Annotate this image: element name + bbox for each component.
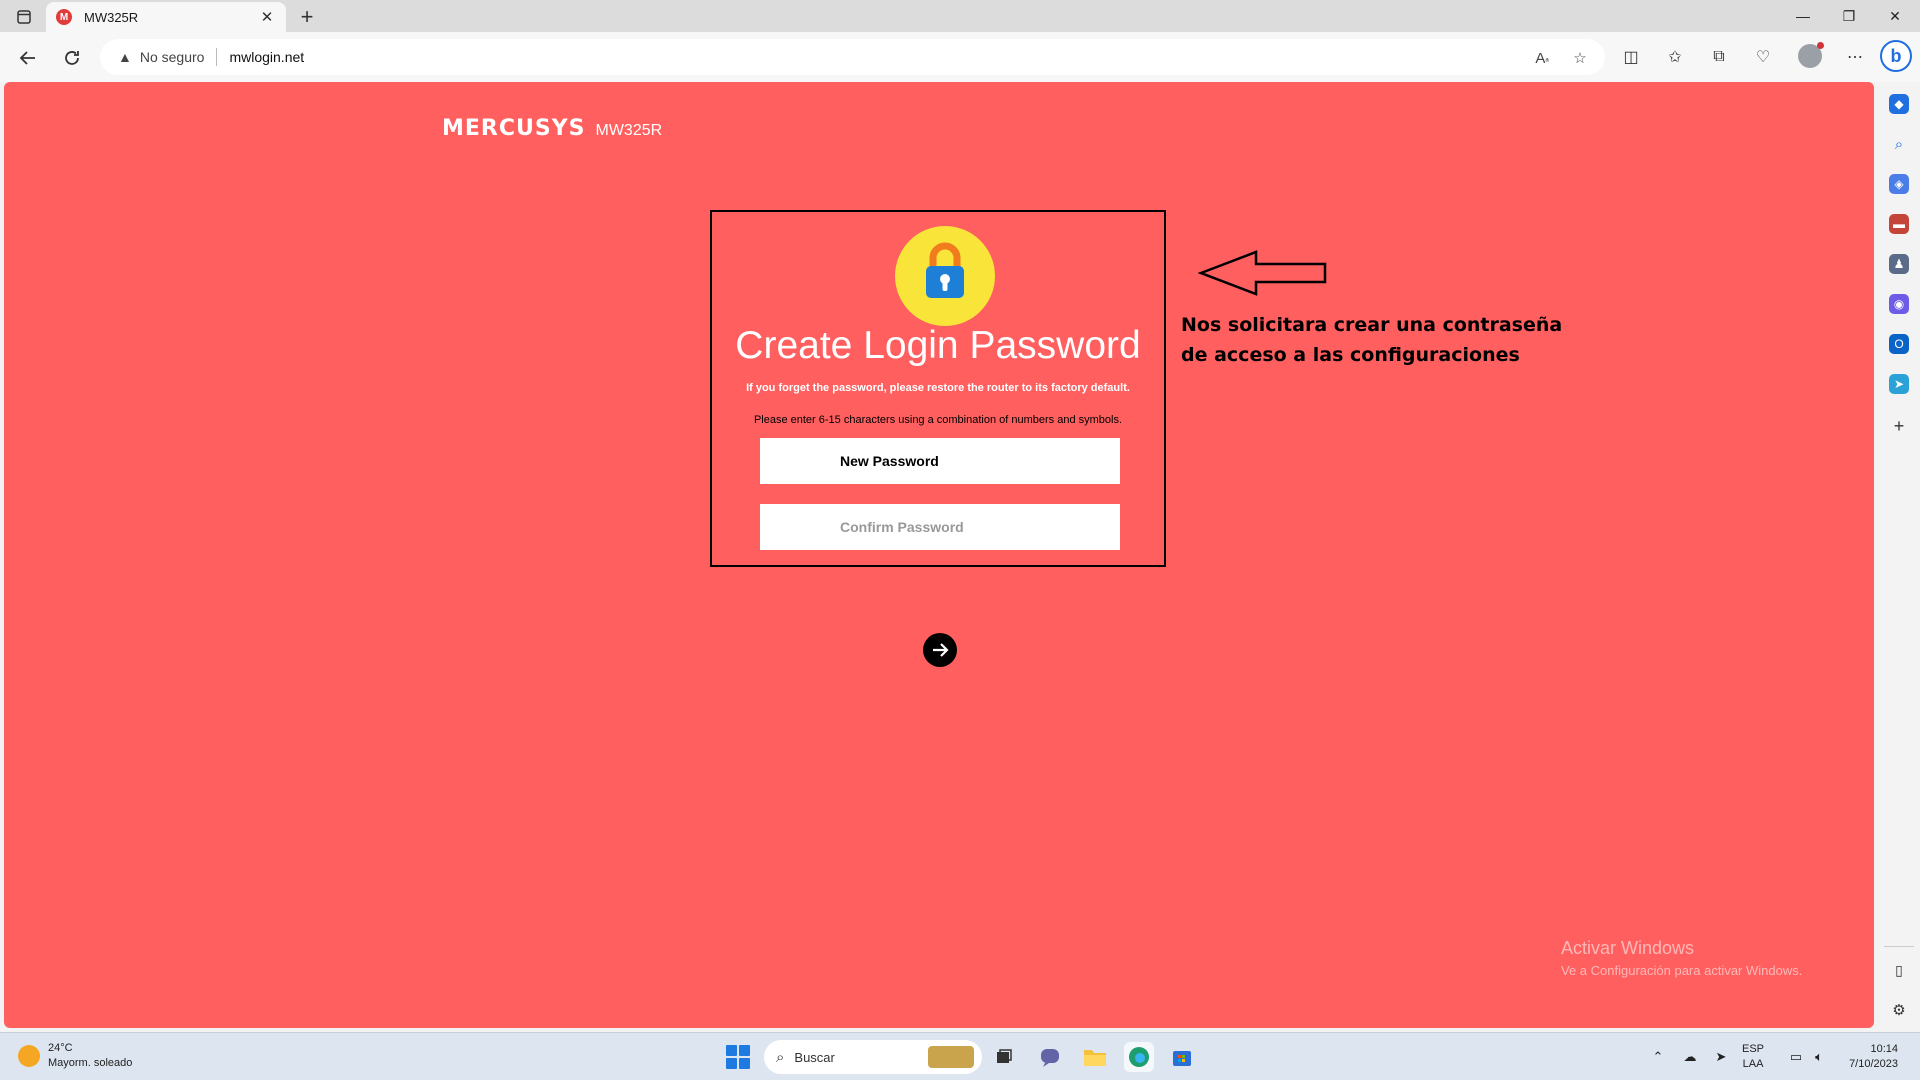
browser-essentials-icon[interactable]: ♡ — [1750, 44, 1776, 70]
microsoft-store-icon[interactable] — [1167, 1042, 1197, 1072]
outlook-icon[interactable]: O — [1889, 334, 1909, 354]
navigation-bar: ▲ No seguro mwlogin.net Aₐ ☆ ◫ ✩ ⧉ ♡ ⋯ b — [0, 32, 1920, 82]
clock-time: 10:14 — [1870, 1043, 1898, 1055]
security-label[interactable]: No seguro — [140, 49, 205, 65]
language-code: ESP — [1742, 1043, 1765, 1055]
close-tab-icon[interactable]: ✕ — [258, 8, 276, 26]
password-hint-text: Please enter 6-15 characters using a com… — [753, 414, 1123, 426]
close-window-button[interactable]: ✕ — [1872, 0, 1918, 32]
profile-avatar[interactable] — [1798, 42, 1824, 68]
restore-button[interactable]: ❐ — [1826, 0, 1872, 32]
start-windows-icon[interactable] — [726, 1045, 750, 1069]
show-hidden-icons-chevron-icon[interactable]: ⌃ — [1648, 1033, 1668, 1080]
next-button[interactable] — [923, 633, 957, 667]
tools-briefcase-icon[interactable]: ▬ — [1889, 214, 1909, 234]
weather-condition: Mayorm. soleado — [48, 1057, 133, 1069]
tab-title: MW325R — [84, 9, 139, 25]
omnibox-divider — [216, 48, 218, 66]
collections-icon[interactable]: ⧉ — [1706, 44, 1732, 70]
search-icon[interactable]: ⌕ — [1889, 134, 1909, 154]
back-arrow-icon — [19, 51, 35, 65]
notifications-bell-icon[interactable]: ◆ — [1889, 94, 1909, 114]
split-screen-icon[interactable]: ◫ — [1618, 44, 1644, 70]
teams-chat-icon[interactable] — [1035, 1042, 1065, 1072]
windows-taskbar: 24°C Mayorm. soleado ⌕ Buscar ⌃ ☁ ➤ ESP … — [0, 1032, 1920, 1080]
refresh-button[interactable] — [58, 44, 86, 72]
warning-icon: ▲ — [118, 49, 132, 65]
back-button[interactable] — [14, 44, 42, 72]
annotation-line-1: Nos solicitara crear una contraseña — [1181, 314, 1563, 336]
new-password-input[interactable] — [760, 438, 1120, 484]
sidebar-settings-gear-icon[interactable]: ⚙ — [1889, 1000, 1909, 1020]
annotation-text: Nos solicitara crear una contraseña de a… — [1181, 310, 1601, 370]
router-model: MW325R — [595, 122, 663, 139]
reset-warning-text: If you forget the password, please resto… — [746, 382, 1130, 394]
address-bar[interactable]: ▲ No seguro mwlogin.net Aₐ ☆ — [100, 39, 1605, 75]
lock-circle — [895, 226, 995, 326]
tab-bar: M MW325R ✕ + — ❐ ✕ — [0, 0, 1920, 32]
watermark-subtitle: Ve a Configuración para activar Windows. — [1561, 963, 1803, 978]
search-label: Buscar — [794, 1049, 835, 1065]
bing-copilot-icon[interactable]: b — [1880, 40, 1912, 72]
new-tab-button[interactable]: + — [294, 4, 320, 30]
location-arrow-icon[interactable]: ➤ — [1710, 1033, 1732, 1080]
minimize-button[interactable]: — — [1780, 0, 1826, 32]
brand-header: MERCUSYS MW325R — [442, 116, 662, 141]
padlock-icon — [926, 242, 964, 298]
taskbar-search[interactable]: ⌕ Buscar — [764, 1040, 982, 1074]
weather-widget[interactable]: 24°C Mayorm. soleado — [18, 1041, 132, 1071]
edge-browser-icon[interactable] — [1124, 1042, 1154, 1072]
router-page: MERCUSYS MW325R Create Login Password If… — [4, 82, 1874, 1028]
create-password-form: Create Login Password If you forget the … — [710, 210, 1166, 567]
url-text[interactable]: mwlogin.net — [229, 49, 304, 65]
clock-date: 7/10/2023 — [1849, 1058, 1898, 1070]
microsoft-365-icon[interactable]: ◉ — [1889, 294, 1909, 314]
onedrive-offline-icon[interactable]: ☁ — [1678, 1033, 1702, 1080]
keyboard-layout: LAA — [1742, 1058, 1764, 1070]
favorite-star-icon[interactable]: ☆ — [1570, 48, 1590, 68]
search-highlight-image — [928, 1046, 974, 1068]
sidebar-divider — [1884, 946, 1914, 947]
file-explorer-icon[interactable] — [1080, 1042, 1110, 1072]
refresh-icon — [65, 51, 79, 65]
add-sidebar-app-icon[interactable]: + — [1889, 416, 1909, 436]
mercusys-favicon-icon: M — [56, 9, 72, 25]
language-indicator[interactable]: ESP LAA — [1742, 1042, 1764, 1072]
search-icon: ⌕ — [776, 1048, 785, 1066]
edge-sidebar: ◆ ⌕ ◈ ▬ ♟ ◉ O ➤ + ▯ ⚙ — [1878, 82, 1920, 1032]
favorites-icon[interactable]: ✩ — [1662, 44, 1688, 70]
shopping-tag-icon[interactable]: ◈ — [1889, 174, 1909, 194]
more-menu-icon[interactable]: ⋯ — [1842, 44, 1868, 70]
windows-activation-watermark: Activar Windows Ve a Configuración para … — [1561, 938, 1802, 978]
telegram-icon[interactable]: ➤ — [1889, 374, 1909, 394]
watermark-title: Activar Windows — [1561, 938, 1695, 958]
mercusys-logo: MERCUSYS — [442, 116, 586, 141]
hide-sidebar-icon[interactable]: ▯ — [1889, 960, 1909, 980]
games-icon[interactable]: ♟ — [1889, 254, 1909, 274]
browser-tab[interactable]: M MW325R ✕ — [46, 2, 286, 32]
taskbar-clock[interactable]: 10:14 7/10/2023 — [1838, 1042, 1898, 1072]
tab-actions-icon[interactable] — [10, 6, 38, 28]
partly-sunny-icon — [18, 1045, 40, 1067]
task-view-icon[interactable] — [989, 1042, 1019, 1072]
annotation-line-2: de acceso a las configuraciones — [1181, 344, 1520, 366]
arrow-right-icon — [933, 643, 949, 657]
volume-speaker-icon[interactable]: 🔈︎ — [1808, 1033, 1830, 1080]
weather-temperature: 24°C — [48, 1042, 73, 1054]
confirm-password-input[interactable] — [760, 504, 1120, 550]
read-aloud-icon[interactable]: Aₐ — [1532, 48, 1552, 68]
network-monitor-icon[interactable]: ▭ — [1786, 1033, 1806, 1080]
page-title: Create Login Password — [735, 324, 1141, 367]
annotation-arrow-icon — [1198, 250, 1327, 296]
